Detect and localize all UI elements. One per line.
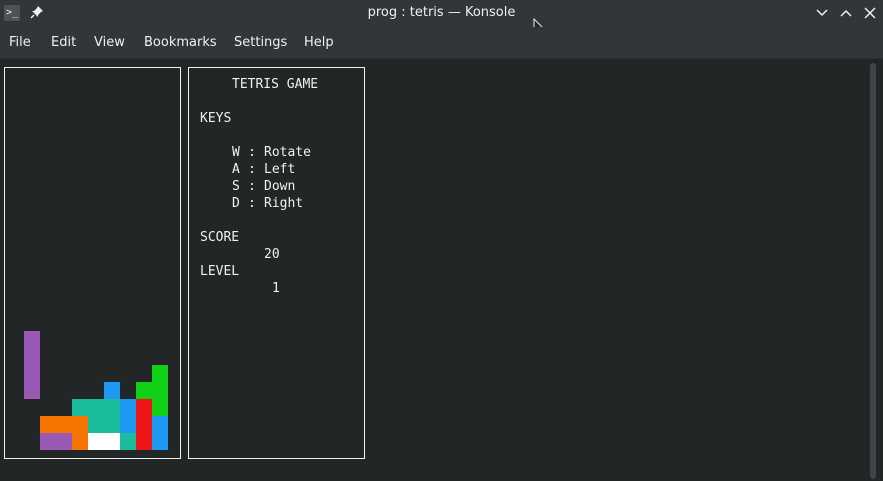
key-a-action: Left bbox=[264, 162, 296, 177]
key-s-action: Down bbox=[264, 179, 296, 194]
key-separator: : bbox=[248, 196, 256, 211]
keys-heading: KEYS bbox=[200, 111, 232, 126]
maximize-icon[interactable] bbox=[839, 6, 853, 20]
block-green bbox=[152, 365, 168, 416]
scrollbar-track[interactable] bbox=[870, 63, 876, 479]
key-w-action: Rotate bbox=[264, 145, 311, 160]
falling-piece bbox=[24, 331, 40, 399]
close-icon[interactable] bbox=[863, 6, 877, 20]
key-separator: : bbox=[248, 145, 256, 160]
game-heading: TETRIS GAME bbox=[232, 77, 319, 92]
block-purple bbox=[40, 433, 72, 450]
block-teal bbox=[120, 433, 136, 450]
menu-bookmarks[interactable]: Bookmarks bbox=[144, 35, 217, 50]
block-orange bbox=[72, 433, 88, 450]
menu-view[interactable]: View bbox=[94, 35, 125, 50]
score-value: 20 bbox=[264, 247, 280, 262]
game-board bbox=[4, 67, 181, 459]
block-orange bbox=[40, 416, 88, 433]
key-separator: : bbox=[248, 162, 256, 177]
block-red bbox=[136, 399, 152, 450]
block-teal bbox=[88, 416, 120, 433]
block-blue bbox=[104, 382, 120, 399]
block-blue bbox=[152, 416, 168, 450]
info-panel: TETRIS GAME KEYS W : Rotate A : Left S :… bbox=[188, 67, 365, 459]
minimize-icon[interactable] bbox=[815, 6, 829, 20]
key-s: S bbox=[232, 179, 240, 194]
menu-settings[interactable]: Settings bbox=[234, 35, 287, 50]
menu-edit[interactable]: Edit bbox=[51, 35, 76, 50]
menu-bar: File Edit View Bookmarks Settings Help bbox=[0, 27, 883, 59]
block-blue bbox=[120, 399, 136, 433]
menu-file[interactable]: File bbox=[9, 35, 31, 50]
score-label: SCORE bbox=[200, 230, 240, 245]
level-value: 1 bbox=[272, 281, 280, 296]
menu-help[interactable]: Help bbox=[304, 35, 334, 50]
key-w: W bbox=[232, 145, 240, 160]
block-teal bbox=[72, 399, 120, 416]
key-d: D bbox=[232, 196, 240, 211]
block-green bbox=[136, 382, 152, 399]
vertical-scrollbar[interactable] bbox=[863, 63, 883, 481]
title-bar: >_ prog : tetris — Konsole bbox=[0, 0, 883, 39]
key-a: A bbox=[232, 162, 240, 177]
block-white bbox=[88, 433, 120, 450]
level-label: LEVEL bbox=[200, 264, 240, 279]
key-separator: : bbox=[248, 179, 256, 194]
key-d-action: Right bbox=[264, 196, 304, 211]
window-title: prog : tetris — Konsole bbox=[367, 5, 516, 20]
